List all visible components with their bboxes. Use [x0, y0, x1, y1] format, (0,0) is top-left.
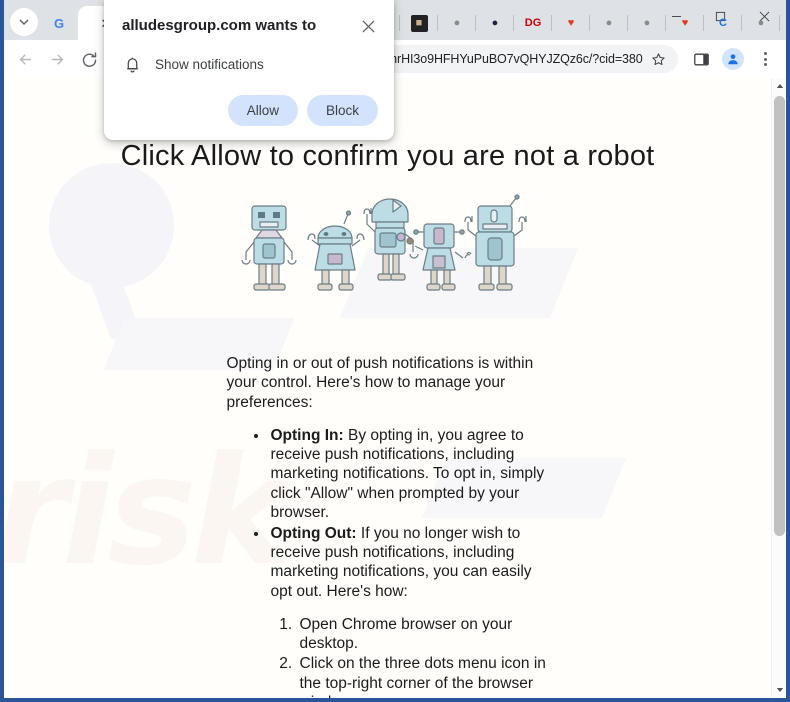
book-icon: ■ [410, 14, 428, 32]
dg-site-icon: DG [524, 16, 542, 29]
tab-chrome-c[interactable]: C [704, 6, 742, 40]
arrow-left-icon [19, 54, 31, 64]
robots-illustration [240, 194, 527, 291]
scrollbar-thumb[interactable] [774, 96, 785, 536]
step-item: Click on the three dots menu icon in the… [297, 654, 549, 698]
star-icon [651, 52, 665, 65]
tab-book[interactable]: ■ [400, 6, 438, 40]
permission-label: Show notifications [155, 57, 264, 72]
chevron-down-icon [19, 19, 29, 26]
globe-5-icon: ● [757, 16, 765, 29]
bullet-item: Opting Out: If you no longer wish to rec… [269, 524, 549, 601]
globe-3-icon: ● [605, 16, 613, 29]
globe-4-icon: ● [643, 16, 651, 29]
web-page: risk Click Allow to confirm you are not … [4, 78, 771, 698]
person-icon [728, 54, 738, 65]
globe-2-icon: ● [453, 16, 461, 29]
chrome-c-icon: C [719, 16, 727, 29]
scroll-up-button[interactable] [772, 78, 786, 94]
robot-5 [463, 194, 527, 291]
chrome-menu-button[interactable] [750, 44, 780, 74]
tab-dark-globe[interactable]: ● [476, 6, 514, 40]
block-button[interactable]: Block [306, 95, 378, 126]
dialog-close-button[interactable] [358, 16, 378, 36]
reload-icon [82, 51, 96, 67]
page-scrollbar[interactable] [771, 78, 786, 698]
tab-fox-1[interactable]: ♥ [552, 6, 590, 40]
dialog-header: alludesgroup.com wants to [122, 16, 378, 36]
fox-1-icon: ♥ [567, 16, 575, 29]
tab-google[interactable]: G [40, 6, 78, 40]
bullet-term: Opting Out: [270, 525, 357, 542]
google-icon: G [53, 15, 65, 31]
side-panel-icon [693, 53, 709, 65]
dialog-actions: Allow Block [122, 95, 378, 126]
page-content: Click Allow to confirm you are not a rob… [4, 78, 771, 698]
close-icon [361, 19, 375, 33]
allow-button[interactable]: Allow [227, 95, 298, 126]
body-copy: Opting in or out of push notifications i… [227, 354, 549, 698]
opt-out-steps-list: Open Chrome browser on your desktop.Clic… [297, 615, 549, 698]
robot-1 [240, 205, 297, 291]
robot-2 [306, 210, 365, 291]
reload-button[interactable] [74, 44, 104, 74]
side-panel-button[interactable] [686, 44, 716, 74]
caret-down-icon [776, 688, 783, 692]
profile-button[interactable] [718, 44, 748, 74]
page-headline: Click Allow to confirm you are not a rob… [120, 140, 655, 172]
tab-dg-site[interactable]: DG [514, 6, 552, 40]
tab-globe-3[interactable]: ● [590, 6, 628, 40]
permission-row: Show notifications [122, 56, 378, 73]
avatar [722, 48, 744, 70]
bullet-item: Opting In: By opting in, you agree to re… [269, 426, 549, 522]
three-dots-icon [763, 52, 767, 66]
forward-button[interactable] [42, 44, 72, 74]
tab-fox-2[interactable]: ♥ [666, 6, 704, 40]
caret-up-icon [776, 84, 783, 88]
tab-globe-4[interactable]: ● [628, 6, 666, 40]
tab-globe-2[interactable]: ● [438, 6, 476, 40]
notification-permission-dialog: alludesgroup.com wants to Show notificat… [104, 0, 394, 140]
tab-globe-5[interactable]: ● [742, 6, 780, 40]
back-button[interactable] [10, 44, 40, 74]
arrow-right-icon [51, 54, 63, 64]
tab-search-site[interactable]: ⌕ [780, 6, 790, 40]
opting-bullet-list: Opting In: By opting in, you agree to re… [269, 426, 549, 601]
step-item: Open Chrome browser on your desktop. [297, 615, 549, 653]
page-viewport: risk Click Allow to confirm you are not … [4, 78, 786, 698]
bullet-term: Opting In: [270, 426, 344, 444]
bell-icon [127, 57, 138, 73]
intro-paragraph: Opting in or out of push notifications i… [226, 355, 534, 411]
scroll-down-button[interactable] [772, 682, 786, 698]
bookmark-button[interactable] [648, 49, 668, 69]
dark-globe-icon: ● [491, 16, 499, 29]
fox-2-icon: ♥ [681, 16, 689, 29]
browser-window: G ✕ ▓❖fH▶a●■●●DG♥●●♥C●⌕⚖●⚖◉▣ + [0, 0, 790, 702]
tab-search-button[interactable] [10, 8, 38, 36]
dialog-title: alludesgroup.com wants to [122, 17, 317, 34]
